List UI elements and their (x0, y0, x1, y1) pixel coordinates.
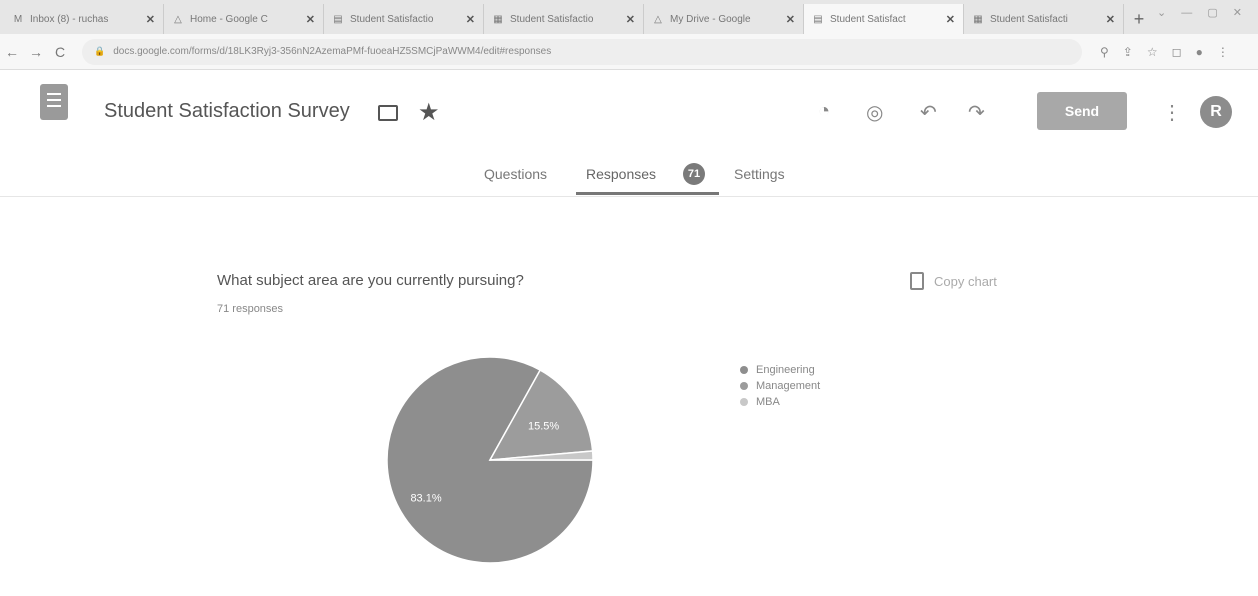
star-icon[interactable]: ★ (418, 98, 440, 127)
drive-icon: △ (654, 13, 662, 25)
close-tab-icon[interactable]: ✕ (626, 13, 635, 26)
close-tab-icon[interactable]: ✕ (466, 13, 475, 26)
new-tab-icon[interactable]: + (1124, 4, 1154, 34)
close-tab-icon[interactable]: ✕ (786, 13, 795, 26)
url-bar[interactable]: 🔒 docs.google.com/forms/d/18LK3Ryj3-356n… (82, 38, 1082, 65)
tabs-divider (0, 196, 1258, 197)
folder-icon[interactable] (378, 105, 398, 121)
forward-icon[interactable]: → (24, 44, 48, 60)
forms-logo-icon[interactable] (40, 84, 68, 120)
active-tab-indicator (576, 192, 719, 195)
browser-tab[interactable]: △ Home - Google C ✕ (164, 4, 324, 34)
forms-icon: ▤ (813, 13, 823, 25)
legend-swatch (740, 382, 748, 390)
more-options-icon[interactable]: ⋮ (1162, 100, 1182, 125)
legend-label: MBA (756, 396, 780, 408)
legend-item: Engineering (740, 362, 820, 378)
form-title[interactable]: Student Satisfaction Survey (104, 100, 350, 123)
browser-tab-title: Student Satisfacti (990, 13, 1068, 25)
pie-data-label: 15.5% (528, 420, 559, 432)
share-icon[interactable]: ⇪ (1123, 45, 1133, 59)
pie-chart: 83.1% 15.5% (386, 356, 594, 564)
extension-icon[interactable]: ◻ (1172, 45, 1182, 59)
drive-icon: △ (174, 13, 182, 25)
undo-icon[interactable]: ↶ (920, 100, 937, 125)
question-title: What subject area are you currently purs… (217, 272, 524, 289)
tab-responses[interactable]: Responses (586, 166, 656, 182)
forms-header: Student Satisfaction Survey ★ ◔ ◎ ↶ ↷ Se… (0, 70, 1258, 160)
tab-settings[interactable]: Settings (734, 166, 785, 182)
chart-legend: Engineering Management MBA (740, 362, 820, 410)
legend-item: MBA (740, 394, 820, 410)
forms-icon: ▤ (333, 13, 343, 25)
send-button[interactable]: Send (1037, 92, 1127, 130)
browser-tab[interactable]: ▦ Student Satisfactio ✕ (484, 4, 644, 34)
window-controls[interactable]: ⌄ — ▢ ✕ (1157, 6, 1248, 19)
responses-count-label: 71 responses (217, 303, 284, 315)
browser-tab-title: Home - Google C (190, 13, 268, 25)
browser-tab-title: Student Satisfactio (350, 13, 434, 25)
zoom-icon[interactable]: ⚲ (1100, 45, 1109, 59)
close-tab-icon[interactable]: ✕ (146, 13, 155, 26)
chrome-menu-icon[interactable]: ⋮ (1217, 45, 1229, 59)
back-icon[interactable]: ← (0, 44, 24, 60)
legend-label: Engineering (756, 364, 815, 376)
reload-icon[interactable]: C (48, 44, 72, 60)
address-bar-row: ← → C 🔒 docs.google.com/forms/d/18LK3Ryj… (0, 34, 1258, 70)
browser-tab[interactable]: ▦ Student Satisfacti ✕ (964, 4, 1124, 34)
browser-tab-title: Student Satisfact (830, 13, 906, 25)
avatar[interactable]: R (1200, 96, 1232, 128)
copy-icon (910, 272, 924, 290)
close-tab-icon[interactable]: ✕ (1106, 13, 1115, 26)
sheets-icon: ▦ (493, 13, 503, 25)
browser-tab[interactable]: ▤ Student Satisfact ✕ (804, 4, 964, 34)
close-tab-icon[interactable]: ✕ (946, 13, 955, 26)
legend-swatch (740, 366, 748, 374)
browser-tab-title: My Drive - Google (670, 13, 751, 25)
legend-swatch (740, 398, 748, 406)
legend-label: Management (756, 380, 821, 392)
copy-chart-label: Copy chart (934, 273, 997, 289)
browser-tab[interactable]: ▤ Student Satisfactio ✕ (324, 4, 484, 34)
bookmark-star-icon[interactable]: ☆ (1147, 45, 1158, 59)
pie-data-label: 83.1% (410, 493, 441, 505)
legend-item: Management (740, 378, 820, 394)
close-tab-icon[interactable]: ✕ (306, 13, 315, 26)
form-tabs: Questions Responses 71 Settings (0, 160, 1258, 196)
browser-tab[interactable]: △ My Drive - Google ✕ (644, 4, 804, 34)
tab-questions[interactable]: Questions (484, 166, 547, 182)
sheets-icon: ▦ (973, 13, 983, 25)
browser-tab-strip: M Inbox (8) - ruchas ✕ △ Home - Google C ✕ ▤ St… (0, 0, 1258, 34)
redo-icon[interactable]: ↷ (968, 100, 985, 125)
browser-tab-title: Inbox (8) - ruchas (30, 13, 109, 25)
profile-icon[interactable]: ● (1196, 45, 1203, 59)
browser-tab-title: Student Satisfactio (510, 13, 594, 25)
responses-count-badge: 71 (683, 163, 705, 185)
url-text: docs.google.com/forms/d/18LK3Ryj3-356nN2… (113, 46, 552, 57)
preview-eye-icon[interactable]: ◎ (866, 100, 883, 125)
gmail-icon: M (13, 13, 23, 25)
palette-icon[interactable]: ◔ (818, 100, 830, 123)
browser-tab[interactable]: M Inbox (8) - ruchas ✕ (4, 4, 164, 34)
copy-chart-button[interactable]: Copy chart (910, 272, 997, 290)
lock-icon: 🔒 (94, 46, 106, 56)
